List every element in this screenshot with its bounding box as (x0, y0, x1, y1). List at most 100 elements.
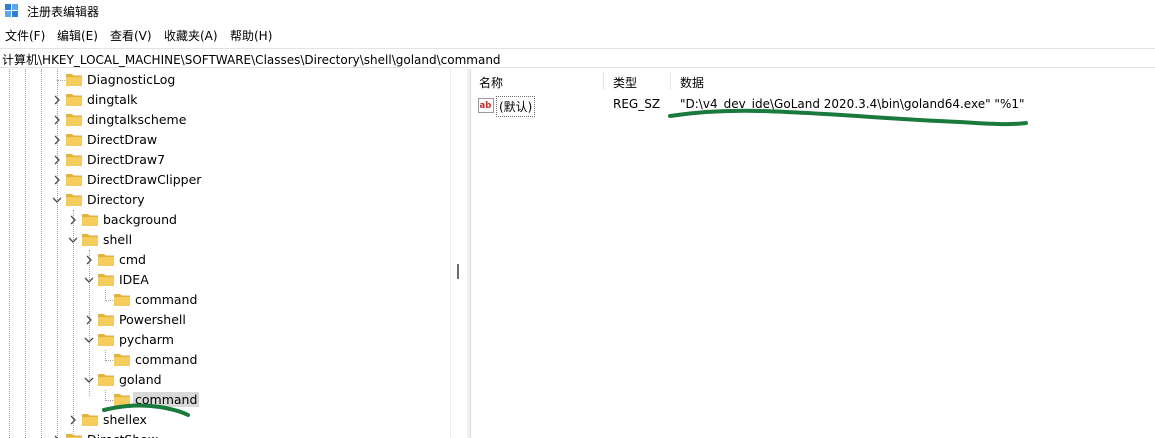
menu-bar: 文件(F) 编辑(E) 查看(V) 收藏夹(A) 帮助(H) (0, 25, 1155, 45)
tree-node[interactable]: shell (65, 230, 400, 250)
menu-file[interactable]: 文件(F) (5, 27, 45, 44)
tree-node-label: Directory (87, 192, 145, 207)
menu-edit[interactable]: 编辑(E) (57, 27, 98, 44)
chevron-right-icon[interactable] (67, 414, 79, 426)
folder-icon (66, 154, 82, 166)
value-type: REG_SZ (613, 97, 661, 111)
tree-node[interactable]: dingtalk (49, 90, 400, 110)
tree-node[interactable]: pycharm (81, 330, 400, 350)
tree-guide (41, 69, 42, 438)
folder-icon (66, 134, 82, 146)
column-header-data[interactable]: 数据 (680, 74, 704, 91)
folder-icon (114, 294, 130, 306)
folder-icon (66, 174, 82, 186)
tree-node-label: DirectShow (85, 432, 160, 438)
value-list[interactable]: 名称 类型 数据 ab (默认) REG_SZ "D:\v4_dev_ide\G… (472, 69, 1155, 438)
chevron-right-icon[interactable] (83, 314, 95, 326)
chevron-down-icon[interactable] (83, 334, 95, 346)
folder-icon (66, 114, 82, 126)
folder-icon (98, 254, 114, 266)
tree-node-label: DiagnosticLog (87, 72, 176, 87)
tree-node-label: DirectDraw (87, 132, 158, 147)
chevron-right-icon[interactable] (51, 114, 63, 126)
tree-node-label: dingtalkscheme (87, 112, 187, 127)
chevron-down-icon[interactable] (83, 274, 95, 286)
tree-node[interactable]: IDEA (81, 270, 400, 290)
tree-node-label: background (103, 212, 177, 227)
title-bar: 注册表编辑器 (0, 0, 1155, 22)
folder-icon (98, 274, 114, 286)
tree-node-label: command (135, 352, 198, 367)
tree-node[interactable]: shellex (65, 410, 400, 430)
tree-node-label: command (135, 292, 198, 307)
folder-icon (66, 74, 82, 86)
tree-node[interactable]: dingtalkscheme (49, 110, 400, 130)
tree-node-label-selected: command (133, 392, 200, 407)
svg-text:ab: ab (480, 101, 492, 111)
tree-node-label: IDEA (119, 272, 149, 287)
tree-node[interactable]: command (97, 290, 400, 310)
tree-node-label: DirectDrawClipper (87, 172, 202, 187)
tree-guide (9, 69, 10, 438)
column-divider[interactable] (670, 72, 671, 90)
chevron-right-icon[interactable] (51, 434, 63, 438)
chevron-right-icon[interactable] (51, 154, 63, 166)
tree-node[interactable]: command (97, 390, 400, 410)
tree-node[interactable]: DirectDrawClipper (49, 170, 400, 190)
tree-node-label: shellex (103, 412, 147, 427)
tree-guide (25, 69, 26, 438)
address-path[interactable]: 计算机\HKEY_LOCAL_MACHINE\SOFTWARE\Classes\… (2, 51, 501, 68)
folder-icon (114, 354, 130, 366)
column-divider[interactable] (603, 72, 604, 90)
value-row[interactable]: ab (默认) REG_SZ "D:\v4_dev_ide\GoLand 202… (472, 95, 1155, 117)
registry-editor-icon (5, 4, 18, 17)
tree-node-label: shell (103, 232, 133, 247)
tree-node[interactable]: goland (81, 370, 400, 390)
tree-node-label: cmd (119, 252, 146, 267)
key-tree[interactable]: DiagnosticLog dingtalk dingtalkscheme Direc… (0, 69, 450, 438)
tree-node-label: goland (119, 372, 162, 387)
string-value-icon: ab (478, 98, 494, 113)
tree-node-label: pycharm (119, 332, 174, 347)
menu-favorites[interactable]: 收藏夹(A) (164, 27, 218, 44)
chevron-right-icon[interactable] (51, 134, 63, 146)
folder-icon (66, 434, 82, 438)
folder-icon (98, 334, 114, 346)
tree-node-label: Powershell (119, 312, 186, 327)
menu-view[interactable]: 查看(V) (110, 27, 152, 44)
folder-icon (82, 214, 98, 226)
folder-icon (98, 374, 114, 386)
tree-node[interactable]: Powershell (81, 310, 400, 330)
column-header-type[interactable]: 类型 (613, 74, 637, 91)
folder-icon (66, 94, 82, 106)
tree-scrollbar[interactable] (450, 69, 467, 438)
window-title: 注册表编辑器 (27, 5, 100, 19)
value-name[interactable]: (默认) (496, 96, 536, 117)
tree-node[interactable]: DirectDraw7 (49, 150, 400, 170)
tree-node-label: DirectDraw7 (87, 152, 166, 167)
tree-node[interactable]: command (97, 350, 400, 370)
folder-icon (82, 234, 98, 246)
pane-splitter[interactable] (467, 69, 471, 438)
tree-node[interactable]: Directory (49, 190, 400, 210)
address-bar[interactable]: 计算机\HKEY_LOCAL_MACHINE\SOFTWARE\Classes\… (0, 48, 1155, 68)
tree-node[interactable]: cmd (81, 250, 400, 270)
chevron-right-icon[interactable] (67, 214, 79, 226)
chevron-right-icon[interactable] (51, 174, 63, 186)
tree-node[interactable]: background (65, 210, 400, 230)
folder-icon (114, 394, 130, 406)
tree-scrollbar-thumb[interactable] (457, 264, 459, 279)
tree-node[interactable]: DirectDraw (49, 130, 400, 150)
tree-node-label: dingtalk (87, 92, 138, 107)
tree-node[interactable]: DirectShow (49, 430, 400, 438)
folder-icon (66, 194, 82, 206)
folder-icon (82, 414, 98, 426)
chevron-down-icon[interactable] (83, 374, 95, 386)
chevron-right-icon[interactable] (83, 254, 95, 266)
chevron-down-icon[interactable] (51, 194, 63, 206)
chevron-down-icon[interactable] (67, 234, 79, 246)
column-header-name[interactable]: 名称 (479, 74, 503, 91)
chevron-right-icon[interactable] (51, 94, 63, 106)
menu-help[interactable]: 帮助(H) (230, 27, 272, 44)
tree-node[interactable]: DiagnosticLog (49, 70, 400, 90)
